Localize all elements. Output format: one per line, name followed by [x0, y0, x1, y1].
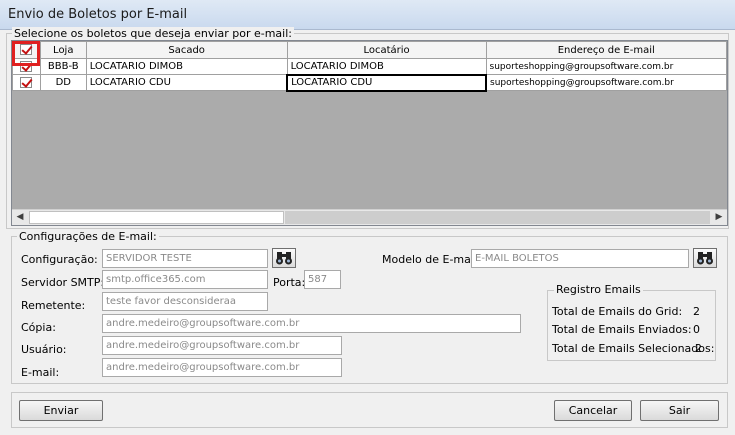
boletos-group-legend: Selecione os boletos que deseja enviar p…	[12, 27, 294, 40]
configuracao-search-button[interactable]	[272, 248, 296, 268]
scrollbar-thumb[interactable]	[29, 211, 284, 224]
usuario-label: Usuário:	[21, 343, 67, 356]
copia-label: Cópia:	[21, 321, 56, 334]
table-row[interactable]: BBB-B LOCATARIO DIMOB LOCATARIO DIMOB su…	[12, 58, 727, 75]
cell-email[interactable]: suporteshopping@groupsoftware.com.br	[485, 58, 727, 75]
cancelar-button[interactable]: Cancelar	[554, 400, 632, 421]
col-header-sacado[interactable]: Sacado	[85, 41, 288, 59]
select-all-highlight	[12, 41, 40, 66]
remetente-field[interactable]: teste favor desconsideraa	[102, 292, 268, 311]
remetente-label: Remetente:	[21, 299, 86, 312]
col-header-email[interactable]: Endereço de E-mail	[485, 41, 727, 59]
cell-locatario-selected[interactable]: LOCATARIO CDU	[286, 73, 488, 92]
email-field[interactable]: andre.medeiro@groupsoftware.com.br	[102, 358, 342, 377]
scroll-right-arrow-icon[interactable]: ▶	[711, 210, 727, 225]
total-selecionados-value: 2	[695, 342, 702, 355]
table-row[interactable]: DD LOCATARIO CDU LOCATARIO CDU suportesh…	[12, 73, 727, 92]
window-title: Envio de Boletos por E-mail	[8, 7, 188, 22]
total-grid-label: Total de Emails do Grid:	[552, 305, 683, 318]
modelo-search-button[interactable]	[693, 248, 717, 268]
cell-sacado[interactable]: LOCATARIO DIMOB	[85, 58, 288, 75]
title-bar: Envio de Boletos por E-mail	[0, 0, 735, 30]
configuracao-field[interactable]: SERVIDOR TESTE	[102, 249, 268, 268]
total-enviados-value: 0	[693, 323, 700, 336]
grid-header-row: Loja Sacado Locatário Endereço de E-mail	[12, 41, 727, 59]
email-label: E-mail:	[21, 366, 60, 379]
smtp-label: Servidor SMTP:	[21, 276, 105, 289]
cell-loja[interactable]: BBB-B	[39, 58, 87, 75]
boletos-grid[interactable]: Loja Sacado Locatário Endereço de E-mail…	[11, 40, 728, 226]
smtp-field[interactable]: smtp.office365.com	[102, 270, 268, 289]
horizontal-scrollbar[interactable]: ◀ ▶	[12, 209, 727, 225]
scrollbar-track[interactable]	[285, 211, 710, 224]
porta-label: Porta:	[273, 276, 306, 289]
cell-loja[interactable]: DD	[39, 74, 87, 91]
config-group-legend: Configurações de E-mail:	[17, 230, 159, 243]
row-checkbox-cell[interactable]	[12, 74, 41, 91]
cell-locatario[interactable]: LOCATARIO DIMOB	[286, 58, 487, 75]
total-grid-value: 2	[693, 305, 700, 318]
binoculars-icon	[697, 252, 713, 265]
configuracao-label: Configuração:	[21, 253, 98, 266]
cell-email[interactable]: suporteshopping@groupsoftware.com.br	[485, 74, 727, 91]
sair-button[interactable]: Sair	[640, 400, 719, 421]
registro-group-legend: Registro Emails	[554, 283, 643, 296]
col-header-locatario[interactable]: Locatário	[286, 41, 487, 59]
modelo-email-label: Modelo de E-mail:	[382, 253, 481, 266]
binoculars-icon	[276, 252, 292, 265]
porta-field[interactable]: 587	[304, 270, 341, 289]
col-header-loja[interactable]: Loja	[39, 41, 87, 59]
total-enviados-label: Total de Emails Enviados:	[552, 323, 692, 336]
boletos-table: Loja Sacado Locatário Endereço de E-mail…	[12, 41, 727, 92]
scroll-left-arrow-icon[interactable]: ◀	[12, 210, 28, 225]
copia-field[interactable]: andre.medeiro@groupsoftware.com.br	[102, 314, 521, 333]
row-checkbox[interactable]	[20, 76, 33, 88]
total-selecionados-label: Total de Emails Selecionados:	[552, 342, 715, 355]
enviar-button[interactable]: Enviar	[19, 400, 103, 421]
modelo-email-field[interactable]: E-MAIL BOLETOS	[471, 249, 689, 268]
usuario-field[interactable]: andre.medeiro@groupsoftware.com.br	[102, 336, 342, 355]
cell-sacado[interactable]: LOCATARIO CDU	[85, 74, 288, 91]
